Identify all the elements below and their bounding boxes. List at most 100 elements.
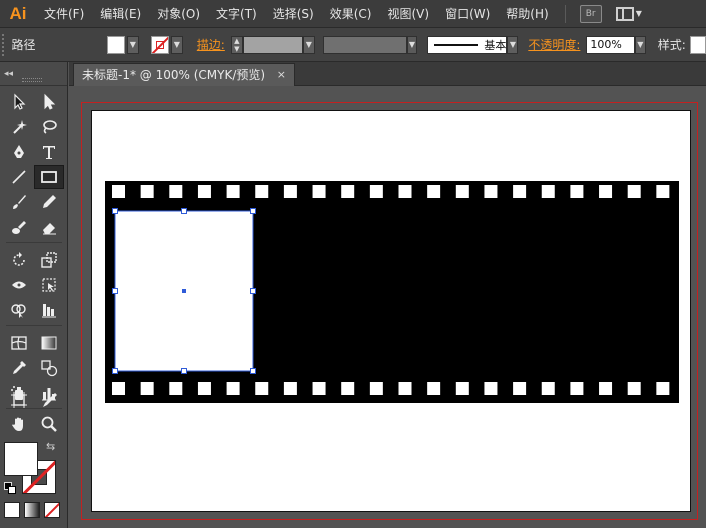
stroke-panel-link[interactable]: 描边:	[197, 36, 225, 53]
selection-handle	[181, 208, 187, 214]
selection-handle	[112, 288, 118, 294]
line-segment-tool-icon[interactable]	[4, 165, 34, 189]
menu-type[interactable]: 文字(T)	[208, 0, 265, 28]
document-tab-bar: 未标题-1* @ 100% (CMYK/预览) ×	[69, 62, 706, 86]
color-mode-buttons	[4, 502, 64, 520]
shape-builder-tool-icon[interactable]	[4, 298, 34, 322]
film-perforation-bottom	[398, 382, 412, 395]
stroke-weight-input[interactable]	[242, 35, 303, 54]
illustrator-window: Ai 文件(F) 编辑(E) 对象(O) 文字(T) 选择(S) 效果(C) 视…	[0, 0, 706, 528]
variable-width-profile[interactable]	[322, 35, 407, 54]
stroke-control[interactable]: ▼	[150, 35, 183, 54]
menu-edit[interactable]: 编辑(E)	[92, 0, 149, 28]
stroke-none-swatch[interactable]	[150, 35, 169, 54]
stroke-weight-control[interactable]: ▲ ▼ ▼	[230, 35, 315, 54]
selection-tool-icon[interactable]	[4, 90, 34, 114]
width-tool-icon[interactable]	[4, 273, 34, 297]
artwork-layer	[105, 181, 679, 403]
pencil-tool-icon[interactable]	[34, 190, 64, 214]
rotate-tool-icon[interactable]	[4, 248, 34, 272]
brush-definition-select[interactable]: 基本	[427, 35, 508, 54]
menu-file[interactable]: 文件(F)	[36, 0, 92, 28]
opacity-panel-link[interactable]: 不透明度:	[528, 36, 580, 53]
hand-tool-icon[interactable]	[4, 412, 34, 436]
artboard-tool-icon[interactable]	[4, 388, 34, 412]
direct-selection-tool-icon[interactable]	[34, 90, 64, 114]
film-perforation-top	[140, 185, 154, 198]
selection-handle	[250, 208, 256, 214]
opacity-input[interactable]: 100%	[586, 35, 635, 54]
collapse-icon[interactable]: ◂◂	[4, 69, 13, 79]
pen-tool-icon[interactable]	[4, 140, 34, 164]
film-perforation-bottom	[140, 382, 154, 395]
selection-handle	[112, 208, 118, 214]
default-fill-stroke-icon[interactable]	[4, 482, 16, 494]
close-icon[interactable]: ×	[277, 64, 286, 86]
mesh-tool-icon[interactable]	[4, 331, 34, 355]
film-perforation-top	[541, 185, 555, 198]
eyedropper-tool-icon[interactable]	[4, 356, 34, 380]
chevron-down-icon[interactable]: ▼	[126, 35, 139, 54]
blend-tool-icon[interactable]	[34, 356, 64, 380]
canvas-area[interactable]	[69, 86, 706, 528]
selected-rectangle[interactable]	[112, 208, 256, 374]
chevron-down-icon[interactable]: ▼	[170, 35, 183, 54]
zoom-tool-icon[interactable]	[34, 412, 64, 436]
selection-handle	[250, 368, 256, 374]
film-perforation-bottom	[570, 382, 584, 395]
blob-brush-tool-icon[interactable]	[4, 215, 34, 239]
free-transform-tool-icon[interactable]	[34, 273, 64, 297]
film-perforation-top	[513, 185, 527, 198]
film-perforation-top	[255, 185, 269, 198]
toolbox-divider	[6, 325, 62, 326]
film-perforation-bottom	[427, 382, 441, 395]
menu-view[interactable]: 视图(V)	[379, 0, 437, 28]
panel-grip[interactable]	[2, 33, 8, 56]
color-mode-button[interactable]	[4, 502, 20, 518]
film-perforation-bottom	[656, 382, 670, 395]
fill-swatch[interactable]	[106, 35, 125, 54]
document-tab-title: 未标题-1* @ 100% (CMYK/预览)	[82, 68, 266, 82]
chevron-down-icon[interactable]: ▼	[507, 35, 519, 54]
workspace-switcher[interactable]: ▼	[615, 6, 642, 21]
gradient-mode-button[interactable]	[24, 502, 40, 518]
swap-fill-stroke-icon[interactable]: ⇆	[46, 440, 55, 453]
none-mode-button[interactable]	[44, 502, 60, 518]
film-perforation-top	[112, 185, 125, 198]
chevron-down-icon[interactable]: ▼	[406, 35, 418, 54]
toolbox-divider	[6, 242, 62, 243]
film-perforation-bottom	[599, 382, 613, 395]
menu-help[interactable]: 帮助(H)	[498, 0, 556, 28]
fill-color-box[interactable]	[4, 442, 38, 476]
eraser-tool-icon[interactable]	[34, 215, 64, 239]
document-tab[interactable]: 未标题-1* @ 100% (CMYK/预览) ×	[73, 63, 295, 86]
type-tool-icon[interactable]	[34, 140, 64, 164]
gradient-tool-icon[interactable]	[34, 331, 64, 355]
workspace-icon	[615, 6, 634, 21]
slice-tool-icon[interactable]	[34, 388, 64, 412]
bridge-button[interactable]: Br	[579, 4, 602, 23]
selection-handle	[250, 288, 256, 294]
menu-window[interactable]: 窗口(W)	[437, 0, 498, 28]
rectangle-tool-icon[interactable]	[34, 165, 64, 189]
toolbox-header: ◂◂	[0, 62, 67, 86]
paintbrush-tool-icon[interactable]	[4, 190, 34, 214]
artboard[interactable]	[91, 110, 691, 512]
magic-wand-tool-icon[interactable]	[4, 115, 34, 139]
fill-stroke-proxy: ⇆	[4, 440, 64, 496]
menu-object[interactable]: 对象(O)	[149, 0, 208, 28]
chevron-down-icon[interactable]: ▼	[302, 35, 315, 54]
selection-type-label: 路径	[11, 38, 36, 52]
film-perforation-bottom	[484, 382, 498, 395]
fill-control[interactable]: ▼	[106, 35, 139, 54]
film-perforation-top	[341, 185, 355, 198]
graphic-style-swatch[interactable]	[689, 35, 706, 54]
scale-tool-icon[interactable]	[34, 248, 64, 272]
lasso-tool-icon[interactable]	[34, 115, 64, 139]
stepper-icon[interactable]: ▲ ▼	[230, 35, 243, 54]
menu-effect[interactable]: 效果(C)	[322, 0, 380, 28]
menu-select[interactable]: 选择(S)	[265, 0, 322, 28]
chevron-down-icon[interactable]: ▼	[634, 35, 646, 54]
perspective-grid-tool-icon[interactable]	[34, 298, 64, 322]
panel-grip[interactable]	[22, 78, 42, 82]
